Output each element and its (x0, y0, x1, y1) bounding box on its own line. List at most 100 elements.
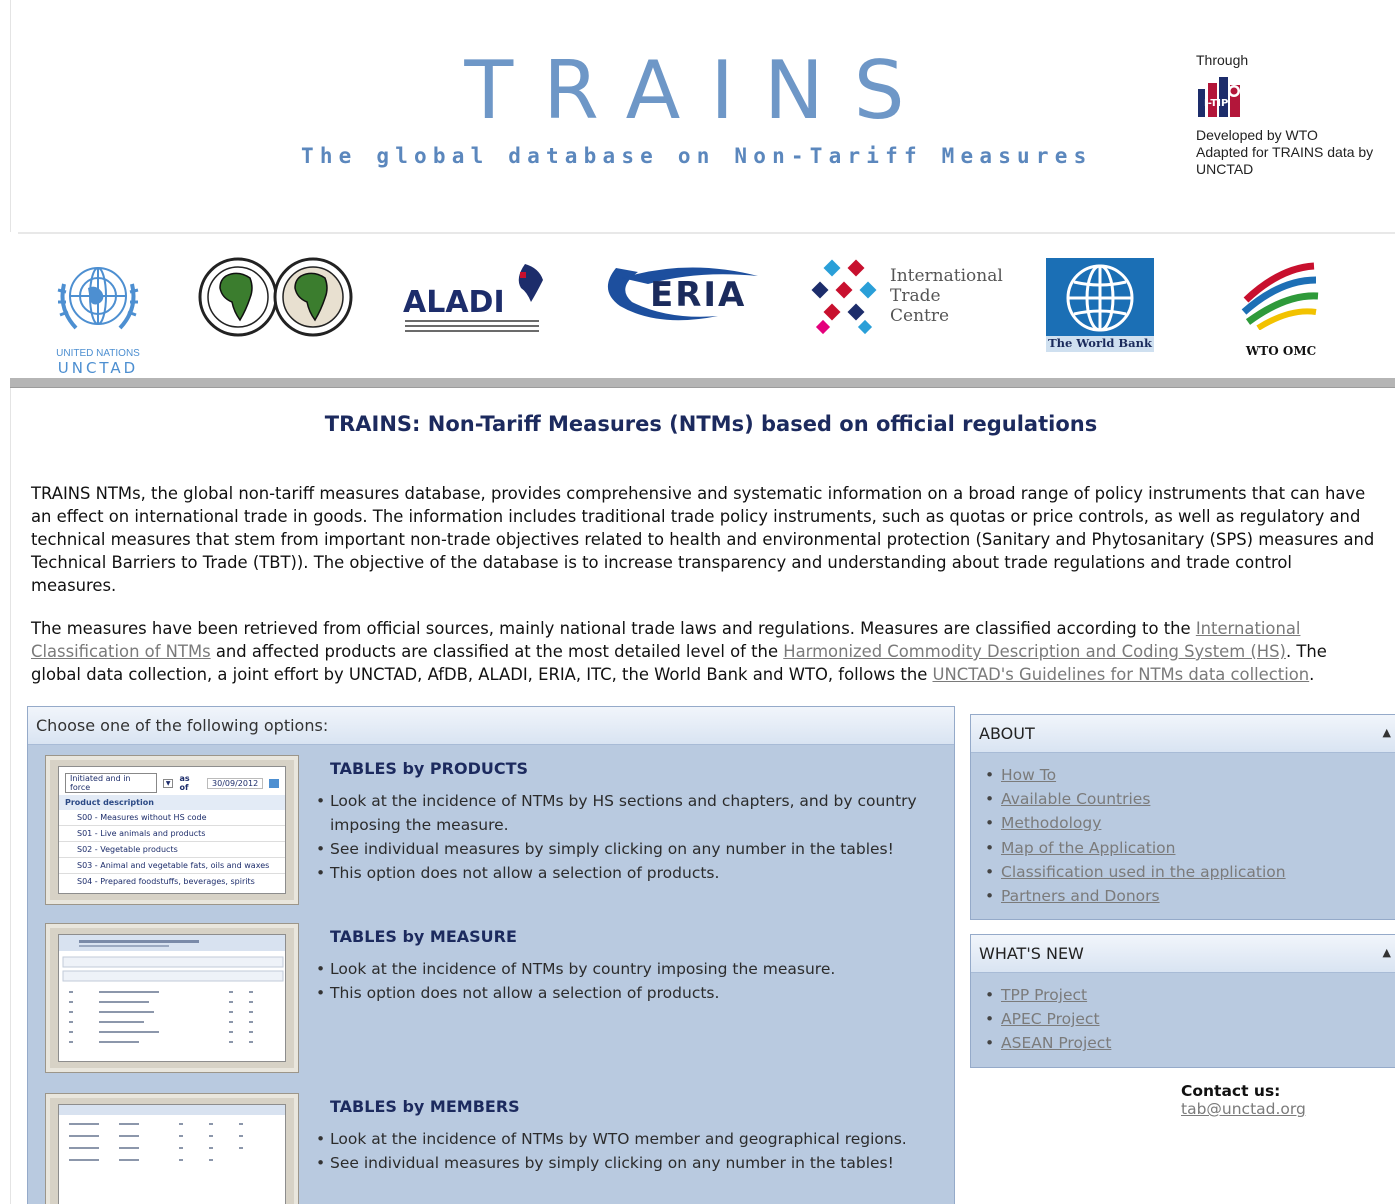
intro-paragraph: TRAINS NTMs, the global non-tariff measu… (31, 484, 1375, 595)
globe-icon (1066, 264, 1134, 332)
site-title: TRAINS (464, 44, 935, 137)
members-thumbnail[interactable] (45, 1093, 299, 1204)
world-bank-logo[interactable]: The World Bank (1046, 258, 1154, 352)
sources-text-4: . (1309, 665, 1315, 684)
main-content: TRAINS: Non-Tariff Measures (NTMs) based… (10, 388, 1395, 1204)
wto-waves-icon (1241, 262, 1319, 331)
itc-line3: Centre (890, 306, 950, 326)
partner-logos: UNITED NATIONS UNCTAD ALADI ERIA Interna… (18, 232, 1395, 378)
option-bullets: Look at the incidence of NTMs by WTO mem… (314, 1127, 934, 1175)
about-link-item: Available Countries (983, 787, 1395, 811)
about-panel: ABOUT ▲ How To Available Countries Metho… (970, 714, 1395, 920)
aladi-logo[interactable]: ALADI (403, 262, 553, 342)
map-of-application-link[interactable]: Map of the Application (1001, 839, 1175, 857)
about-link-item: Map of the Application (983, 836, 1395, 860)
eria-swoosh-icon: ERIA (607, 267, 758, 321)
aladi-map-icon: ALADI (403, 264, 543, 332)
wto-caption: WTO OMC (1245, 344, 1317, 358)
sources-text-2: and affected products are classified at … (210, 642, 784, 661)
products-thumbnail[interactable]: Initiated and in force ▼ as of 30/09/201… (45, 755, 299, 905)
measure-thumbnail[interactable] (45, 923, 299, 1073)
option-bullets: Look at the incidence of NTMs by country… (314, 957, 934, 1005)
options-panel: Choose one of the following options: Ini… (27, 706, 955, 1204)
itc-line1: International (890, 266, 1003, 286)
itip-logo-icon: I-TIP (1198, 77, 1240, 117)
thumb-row: S03 - Animal and vegetable fats, oils an… (59, 858, 285, 874)
eria-logo[interactable]: ERIA (598, 258, 778, 328)
whats-new-links: TPP Project APEC Project ASEAN Project (971, 973, 1395, 1056)
option-bullet: Look at the incidence of NTMs by WTO mem… (314, 1127, 934, 1151)
option-title[interactable]: TABLES by MEMBERS (330, 1097, 520, 1116)
itc-line2: Trade (890, 286, 941, 306)
itip-developed: Developed by WTO (1196, 127, 1318, 143)
itip-badge[interactable]: Through I-TIP Developed by WTO Adapted f… (1196, 52, 1395, 178)
whats-new-panel: WHAT'S NEW ▲ TPP Project APEC Project AS… (970, 934, 1395, 1068)
about-link-item: Partners and Donors (983, 884, 1395, 908)
apec-project-link[interactable]: APEC Project (1001, 1010, 1100, 1028)
option-bullet: Look at the incidence of NTMs by HS sect… (314, 789, 934, 837)
methodology-link[interactable]: Methodology (1001, 814, 1101, 832)
asean-project-link[interactable]: ASEAN Project (1001, 1034, 1111, 1052)
measure-thumbnail-screen (58, 934, 286, 1062)
members-table-preview-icon (59, 1105, 285, 1161)
contact-email-link[interactable]: tab@unctad.org (1181, 1100, 1306, 1118)
unctad-logo[interactable]: UNITED NATIONS UNCTAD (48, 254, 148, 377)
un-emblem-icon (57, 267, 139, 330)
thumb-row: S00 - Measures without HS code (59, 810, 285, 826)
option-tables-by-measure[interactable]: TABLES by MEASURE Look at the incidence … (28, 921, 954, 1081)
unctad-caption-top: UNITED NATIONS (56, 348, 140, 359)
whats-new-link-item: APEC Project (983, 1007, 1395, 1031)
about-heading: ABOUT (979, 724, 1035, 743)
option-tables-by-members[interactable]: TABLES by MEMBERS Look at the incidence … (28, 1091, 954, 1204)
collapse-arrow-icon[interactable]: ▲ (1383, 946, 1391, 959)
aladi-text: ALADI (403, 285, 505, 320)
sources-paragraph: The measures have been retrieved from of… (31, 617, 1381, 686)
option-bullet: This option does not allow a selection o… (314, 981, 934, 1005)
thumb-as-of-label: as of (179, 774, 190, 792)
thumb-status-dropdown: Initiated and in force (65, 773, 157, 793)
contact-label: Contact us: (1181, 1082, 1281, 1100)
option-bullet: Look at the incidence of NTMs by country… (314, 957, 934, 981)
collapse-arrow-icon[interactable]: ▲ (1383, 726, 1391, 739)
afdb-logo[interactable] (198, 254, 353, 340)
thumb-row: S04 - Prepared foodstuffs, beverages, sp… (77, 877, 255, 886)
options-heading: Choose one of the following options: (28, 707, 954, 745)
tpp-project-link[interactable]: TPP Project (1001, 986, 1087, 1004)
header-divider (10, 378, 1395, 388)
thumb-column-header: Product description (59, 795, 285, 810)
thumb-export-icon (269, 778, 279, 788)
unctad-guidelines-link[interactable]: UNCTAD's Guidelines for NTMs data collec… (933, 665, 1310, 684)
hs-system-link[interactable]: Harmonized Commodity Description and Cod… (783, 642, 1286, 661)
itc-logo[interactable]: International Trade Centre (808, 256, 1008, 346)
site-header: TRAINS The global database on Non-Tariff… (10, 0, 1395, 232)
measure-table-preview-icon (59, 935, 285, 1043)
about-link-item: How To (983, 763, 1395, 787)
classification-link[interactable]: Classification used in the application (1001, 863, 1286, 881)
whats-new-header[interactable]: WHAT'S NEW ▲ (971, 935, 1395, 973)
partners-donors-link[interactable]: Partners and Donors (1001, 887, 1160, 905)
members-thumbnail-screen (58, 1104, 286, 1204)
option-bullet: This option does not allow a selection o… (314, 861, 934, 885)
world-bank-caption: The World Bank (1046, 336, 1154, 352)
option-title[interactable]: TABLES by PRODUCTS (330, 759, 528, 778)
how-to-link[interactable]: How To (1001, 766, 1056, 784)
option-title[interactable]: TABLES by MEASURE (330, 927, 517, 946)
thumb-date: 30/09/2012 (207, 777, 264, 789)
itip-logo-text: I-TIP (1204, 98, 1228, 109)
about-links: How To Available Countries Methodology M… (971, 753, 1395, 908)
about-link-item: Methodology (983, 811, 1395, 835)
about-header[interactable]: ABOUT ▲ (971, 715, 1395, 753)
whats-new-heading: WHAT'S NEW (979, 944, 1084, 963)
products-thumbnail-screen: Initiated and in force ▼ as of 30/09/201… (58, 766, 286, 894)
thumb-dropdown-arrow-icon: ▼ (162, 778, 174, 788)
africa-emblem-icon (198, 257, 353, 337)
whats-new-link-item: ASEAN Project (983, 1031, 1395, 1055)
available-countries-link[interactable]: Available Countries (1001, 790, 1150, 808)
unctad-caption: UNCTAD (57, 359, 139, 377)
about-link-item: Classification used in the application (983, 860, 1395, 884)
sources-text-1: The measures have been retrieved from of… (31, 619, 1196, 638)
option-bullet: See individual measures by simply clicki… (314, 837, 934, 861)
page-title: TRAINS: Non-Tariff Measures (NTMs) based… (324, 412, 1098, 436)
option-tables-by-products[interactable]: Initiated and in force ▼ as of 30/09/201… (28, 753, 954, 913)
wto-logo[interactable]: WTO OMC (1236, 258, 1326, 358)
